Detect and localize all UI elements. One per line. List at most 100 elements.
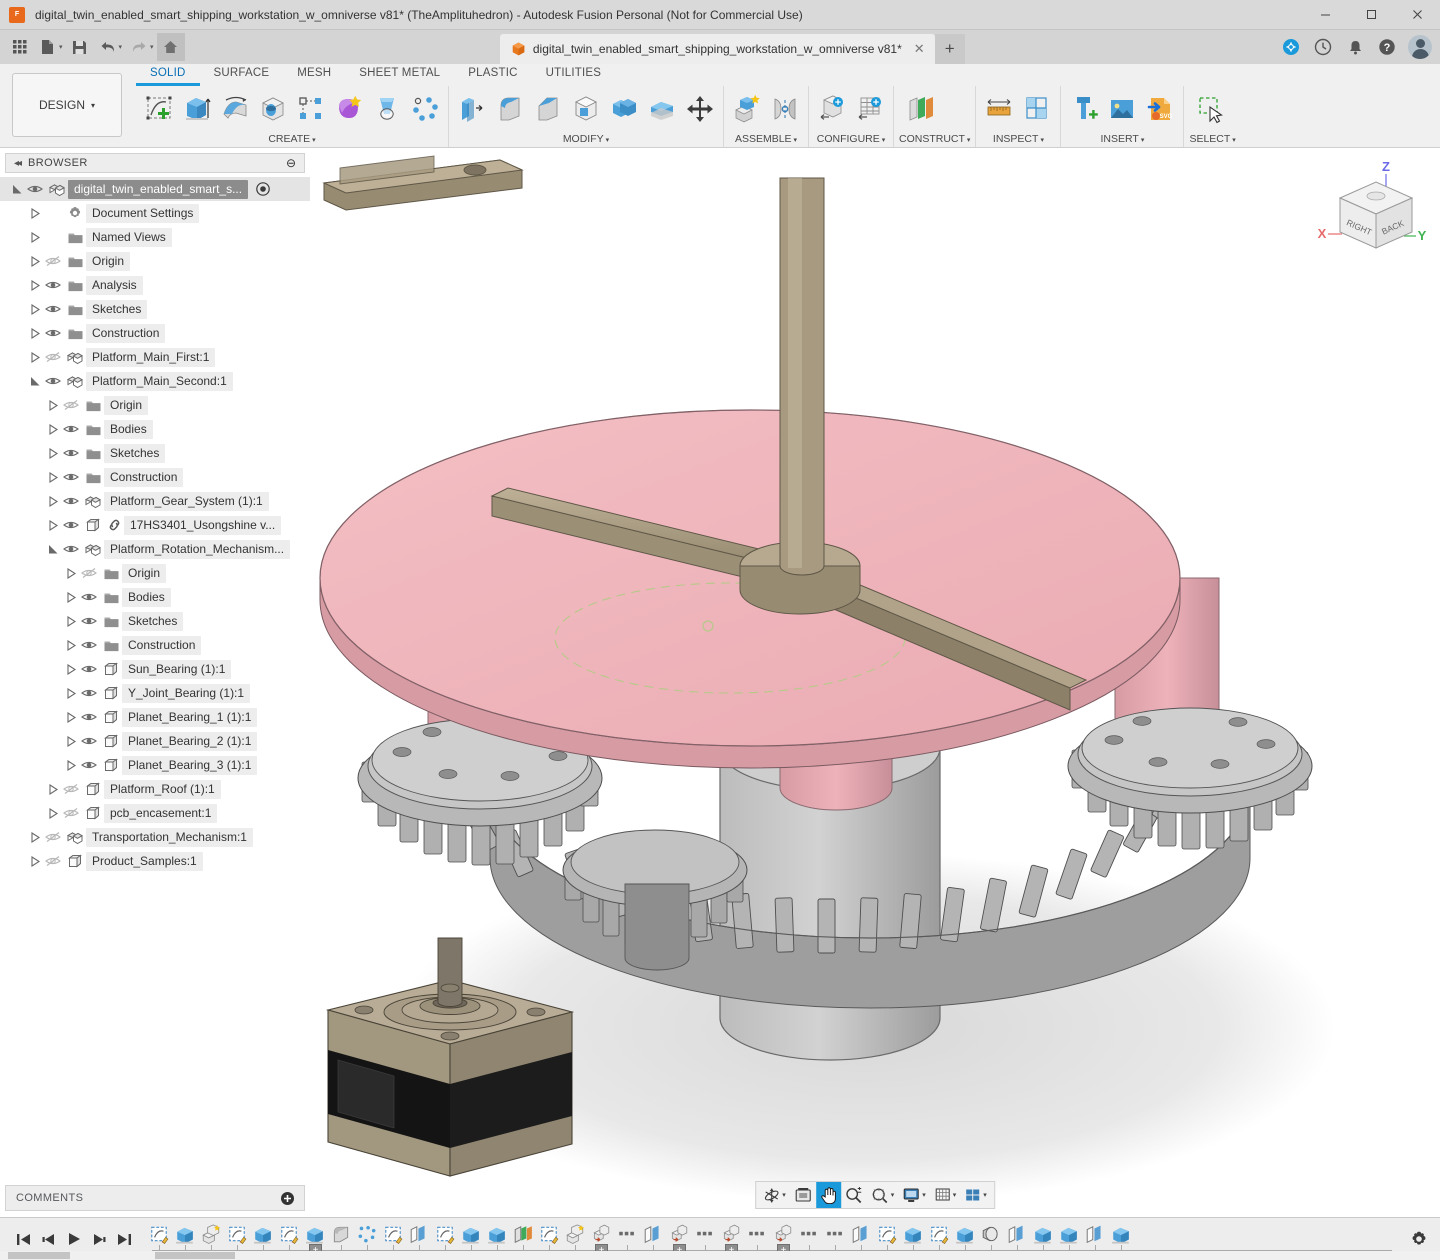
rectangular-pattern-icon[interactable] xyxy=(293,90,329,128)
visibility-toggle[interactable] xyxy=(60,807,82,819)
timeline-feature[interactable] xyxy=(198,1221,224,1247)
create-sketch-icon[interactable] xyxy=(141,90,177,128)
browser-collapse-icon[interactable]: ◂◂ xyxy=(14,158,20,169)
tree-node[interactable]: Platform_Rotation_Mechanism... xyxy=(0,537,310,561)
new-file-caret-icon[interactable]: ▾ xyxy=(59,43,63,51)
save-icon[interactable] xyxy=(66,33,94,61)
tree-twisty[interactable] xyxy=(46,784,60,795)
help-icon[interactable]: ? xyxy=(1376,36,1398,58)
timeline-feature[interactable] xyxy=(1004,1221,1030,1247)
grid-snap-caret-icon[interactable]: ▾ xyxy=(953,1191,957,1199)
timeline-feature[interactable] xyxy=(640,1221,666,1247)
visibility-toggle[interactable] xyxy=(42,279,64,291)
visibility-toggle[interactable] xyxy=(78,639,100,651)
tree-twisty[interactable] xyxy=(28,376,42,387)
tree-twisty[interactable] xyxy=(46,496,60,507)
chamfer-icon[interactable] xyxy=(530,90,566,128)
tree-twisty[interactable] xyxy=(28,304,42,315)
tree-twisty[interactable] xyxy=(64,664,78,675)
notifications-bell-icon[interactable] xyxy=(1344,36,1366,58)
tree-twisty[interactable] xyxy=(46,424,60,435)
visibility-toggle[interactable] xyxy=(60,447,82,459)
combine-icon[interactable] xyxy=(606,90,642,128)
fit-icon[interactable]: ▾ xyxy=(867,1182,899,1208)
tree-node[interactable]: Sun_Bearing (1):1 xyxy=(0,657,310,681)
tab-surface[interactable]: SURFACE xyxy=(200,66,284,86)
visibility-toggle[interactable] xyxy=(24,183,46,195)
visibility-toggle[interactable] xyxy=(78,663,100,675)
tree-node[interactable]: Construction xyxy=(0,465,310,489)
visibility-toggle[interactable] xyxy=(42,327,64,339)
panel-construct-title[interactable]: CONSTRUCT▾ xyxy=(899,132,970,147)
timeline-feature[interactable] xyxy=(900,1221,926,1247)
tree-twisty[interactable] xyxy=(28,208,42,219)
offset-plane-icon[interactable] xyxy=(899,90,943,128)
insert-image-icon[interactable] xyxy=(1104,90,1140,128)
scrollbar-thumb[interactable] xyxy=(155,1252,235,1259)
workspace-switcher[interactable]: DESIGN ▾ xyxy=(12,73,122,137)
timeline-feature[interactable] xyxy=(510,1221,536,1247)
orbit-icon[interactable]: ▾ xyxy=(759,1182,790,1208)
visibility-toggle[interactable] xyxy=(78,687,100,699)
tab-solid[interactable]: SOLID xyxy=(136,66,200,86)
tree-node[interactable]: Bodies xyxy=(0,417,310,441)
tree-twisty[interactable] xyxy=(28,832,42,843)
visibility-toggle[interactable] xyxy=(60,423,82,435)
tree-node[interactable]: Sketches xyxy=(0,297,310,321)
tree-node[interactable]: Origin xyxy=(0,249,310,273)
new-component-icon[interactable] xyxy=(729,90,765,128)
view-cube[interactable]: Z X Y RIGHT BACK xyxy=(1312,154,1432,264)
design-canvas[interactable]: Z X Y RIGHT BACK xyxy=(310,148,1440,1217)
panel-inspect-title[interactable]: INSPECT▾ xyxy=(981,132,1055,147)
tree-node[interactable]: Analysis xyxy=(0,273,310,297)
timeline-feature[interactable] xyxy=(848,1221,874,1247)
tree-node[interactable]: Transportation_Mechanism:1 xyxy=(0,825,310,849)
press-pull-icon[interactable] xyxy=(454,90,490,128)
document-tab-close-icon[interactable]: ✕ xyxy=(914,41,925,57)
measure-icon[interactable] xyxy=(981,90,1017,128)
close-button[interactable] xyxy=(1394,0,1440,30)
timeline-feature[interactable] xyxy=(744,1221,770,1247)
visibility-toggle[interactable] xyxy=(42,303,64,315)
tree-twisty[interactable] xyxy=(46,400,60,411)
timeline-feature[interactable] xyxy=(250,1221,276,1247)
visibility-toggle[interactable] xyxy=(60,495,82,507)
insert-mcmaster-icon[interactable] xyxy=(1066,90,1102,128)
timeline-feature[interactable] xyxy=(1082,1221,1108,1247)
section-analysis-icon[interactable] xyxy=(1019,90,1055,128)
pattern-dots-icon[interactable] xyxy=(407,90,443,128)
browser-minimize-icon[interactable]: ⊖ xyxy=(286,156,296,170)
comments-add-icon[interactable] xyxy=(281,1192,294,1205)
tree-node[interactable]: Platform_Main_First:1 xyxy=(0,345,310,369)
timeline-feature[interactable] xyxy=(692,1221,718,1247)
joint-icon[interactable] xyxy=(767,90,803,128)
tree-node[interactable]: Document Settings xyxy=(0,201,310,225)
extension-manager-icon[interactable] xyxy=(1280,36,1302,58)
go-to-start-icon[interactable] xyxy=(16,1233,31,1246)
revolve-icon[interactable] xyxy=(217,90,253,128)
orbit-caret-icon[interactable]: ▾ xyxy=(782,1191,786,1199)
redo-icon[interactable] xyxy=(125,33,153,61)
tree-twisty[interactable] xyxy=(46,448,60,459)
visibility-toggle[interactable] xyxy=(60,783,82,795)
minimize-button[interactable] xyxy=(1302,0,1348,30)
timeline-feature[interactable] xyxy=(614,1221,640,1247)
visibility-toggle[interactable] xyxy=(78,711,100,723)
tab-plastic[interactable]: PLASTIC xyxy=(454,66,531,86)
configure-design-icon[interactable] xyxy=(814,90,850,128)
visibility-toggle[interactable] xyxy=(42,351,64,363)
timeline-feature[interactable] xyxy=(276,1221,302,1247)
maximize-button[interactable] xyxy=(1348,0,1394,30)
display-settings-icon[interactable]: ▾ xyxy=(898,1182,930,1208)
display-settings-caret-icon[interactable]: ▾ xyxy=(922,1191,926,1199)
home-icon[interactable] xyxy=(157,33,185,61)
go-to-end-icon[interactable] xyxy=(117,1233,132,1246)
panel-configure-title[interactable]: CONFIGURE▾ xyxy=(814,132,888,147)
tree-node[interactable]: Construction xyxy=(0,633,310,657)
viewport-layout-caret-icon[interactable]: ▾ xyxy=(983,1191,987,1199)
timeline-feature[interactable] xyxy=(354,1221,380,1247)
tree-twisty[interactable] xyxy=(64,568,78,579)
configure-table-icon[interactable] xyxy=(852,90,888,128)
document-tab[interactable]: digital_twin_enabled_smart_shipping_work… xyxy=(500,34,935,64)
timeline-feature[interactable] xyxy=(432,1221,458,1247)
